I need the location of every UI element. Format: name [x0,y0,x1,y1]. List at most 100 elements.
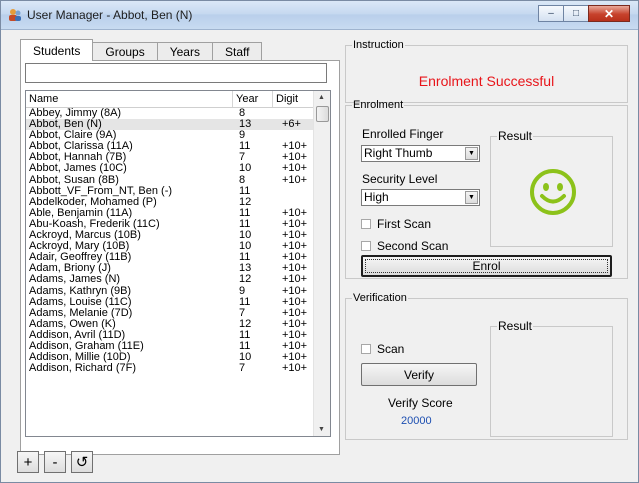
refresh-button[interactable]: ↺ [71,451,93,473]
list-row[interactable]: Abbot, Ben (N) 13 +6+ [26,118,316,131]
list-row[interactable]: Ackroyd, Mary (10B) 10 +10+ [26,241,316,252]
first-scan-checkbox[interactable]: First Scan [361,217,431,231]
cell-name: Adams, Kathryn (9B) [29,285,132,297]
list-row[interactable]: Abbot, James (10C) 10 +10+ [26,163,316,174]
security-level-select[interactable]: High ▼ [361,189,480,206]
list-row[interactable]: Able, Benjamin (11A) 11 +10+ [26,207,316,219]
enrolment-legend: Enrolment [353,99,404,111]
remove-user-button[interactable]: - [44,451,66,473]
cell-digit: +10+ [282,362,308,375]
tab-students[interactable]: Students [20,39,94,61]
list-row[interactable]: Abbot, Susan (8B) 8 +10+ [26,173,316,186]
enrolled-finger-select[interactable]: Right Thumb ▼ [361,145,480,162]
list-row[interactable]: Abbot, Hannah (7B) 7 +10+ [26,152,316,163]
verify-button[interactable]: Verify [361,363,477,386]
cell-name: Adams, Melanie (7D) [29,307,133,319]
cell-name: Ackroyd, Mary (10B) [29,241,130,253]
checkbox-box[interactable] [361,241,371,251]
second-scan-label: Second Scan [377,239,449,253]
refresh-icon: ↺ [75,454,89,471]
minimize-icon: – [548,8,554,19]
list-row[interactable]: Abu-Koash, Frederik (11C) 11 +10+ [26,218,316,230]
enrol-button[interactable]: Enrol [361,255,612,277]
list-row[interactable]: Abbot, Clarissa (11A) 11 +10+ [26,141,316,152]
close-button[interactable]: ✕ [588,5,630,22]
scroll-up-icon[interactable]: ▲ [318,94,325,101]
verify-result-label: Result [497,319,534,333]
cell-digit: +10+ [282,284,308,297]
scan-label: Scan [377,342,405,356]
add-user-button[interactable]: + [17,451,39,473]
cell-name: Addison, Graham (11E) [29,340,144,352]
cell-digit: +10+ [282,162,308,175]
tab-groups[interactable]: Groups [92,42,158,61]
list-row[interactable]: Abdelkoder, Mohamed (P) 12 [26,196,316,208]
verify-score-label: Verify Score [388,396,453,410]
enrolment-group: Enrolment Enrolled Finger Right Thumb ▼ … [345,99,628,279]
search-input[interactable] [25,63,327,83]
list-row[interactable]: Abbey, Jimmy (8A) 8 [26,107,316,119]
list-row[interactable]: Addison, Avril (11D) 11 +10+ [26,329,316,341]
title-bar[interactable]: User Manager - Abbot, Ben (N) – □ ✕ [1,1,638,30]
security-level-label: Security Level [362,172,438,186]
cell-name: Abbot, Clarissa (11A) [29,141,133,153]
scroll-down-icon[interactable]: ▼ [318,426,325,433]
list-row[interactable]: Adair, Geoffrey (11B) 11 +10+ [26,252,316,263]
cell-name: Abbott_VF_From_NT, Ben (-) [29,185,173,197]
column-header-name[interactable]: Name [26,91,233,107]
list-row[interactable]: Addison, Graham (11E) 11 +10+ [26,340,316,352]
list-row[interactable]: Addison, Richard (7F) 7 +10+ [26,363,316,374]
cell-name: Adams, James (N) [29,274,121,286]
cell-name: Adams, Louise (11C) [29,296,132,308]
list-row[interactable]: Adams, Melanie (7D) 7 +10+ [26,307,316,319]
list-row[interactable]: Adams, Kathryn (9B) 9 +10+ [26,284,316,297]
scroll-thumb[interactable] [316,106,329,122]
tab-strip: Students Groups Years Staff [20,39,263,61]
minimize-button[interactable]: – [538,5,564,22]
instruction-group: Instruction Enrolment Successful [345,39,628,103]
checkbox-box[interactable] [361,219,371,229]
scan-checkbox[interactable]: Scan [361,342,404,356]
list-rows: Abbey, Jimmy (8A) 8 Abbot, Ben (N) 13 +6+ Abb… [26,107,316,374]
list-row[interactable]: Adam, Briony (J) 13 +10+ [26,263,316,274]
checkbox-box[interactable] [361,344,371,354]
cell-digit: +10+ [282,273,308,286]
enrol-result-group: Result [490,129,613,247]
cell-digit [273,186,316,197]
column-header-digit[interactable]: Digit [273,91,316,107]
cell-year: 8 [239,173,246,186]
cell-name: Abu-Koash, Frederik (11C) [29,218,160,230]
list-row[interactable]: Adams, James (N) 12 +10+ [26,274,316,285]
cell-name: Abdelkoder, Mohamed (P) [29,196,157,208]
chevron-down-icon: ▼ [465,191,478,204]
maximize-button[interactable]: □ [563,5,589,22]
list-row[interactable]: Abbott_VF_From_NT, Ben (-) 11 [26,185,316,197]
list-scrollbar[interactable]: ▲ ▼ [313,91,330,436]
verification-legend: Verification [353,292,407,304]
list-row[interactable]: Ackroyd, Marcus (10B) 10 +10+ [26,229,316,242]
verify-score-value: 20000 [401,415,432,427]
close-icon: ✕ [603,6,615,21]
smiley-face-icon [530,169,576,215]
student-list[interactable]: Name Year Digit Abbey, Jimmy (8A) 8 Abbot,… [25,90,331,437]
security-level-value: High [364,190,389,204]
tab-staff[interactable]: Staff [211,42,263,61]
second-scan-checkbox[interactable]: Second Scan [361,239,448,253]
cell-name: Ackroyd, Marcus (10B) [29,230,141,242]
list-row[interactable]: Adams, Louise (11C) 11 +10+ [26,296,316,308]
enrolled-finger-value: Right Thumb [364,146,433,160]
column-header-year[interactable]: Year [233,91,273,107]
window-title: User Manager - Abbot, Ben (N) [27,8,193,22]
user-manager-window: User Manager - Abbot, Ben (N) – □ ✕ Stud… [0,0,639,483]
cell-name: Adam, Briony (J) [29,263,111,275]
cell-name: Addison, Millie (10D) [29,352,131,364]
cell-digit: +6+ [282,118,301,131]
cell-name: Abbot, Claire (9A) [29,130,117,142]
maximize-icon: □ [572,8,580,19]
list-row[interactable]: Adams, Owen (K) 12 +10+ [26,318,316,330]
tab-years[interactable]: Years [156,42,213,61]
list-row[interactable]: Abbot, Claire (9A) 9 [26,130,316,141]
list-row[interactable]: Addison, Millie (10D) 10 +10+ [26,352,316,363]
cell-name: Abbot, James (10C) [29,163,127,175]
cell-name: Abbot, Susan (8B) [29,174,119,186]
